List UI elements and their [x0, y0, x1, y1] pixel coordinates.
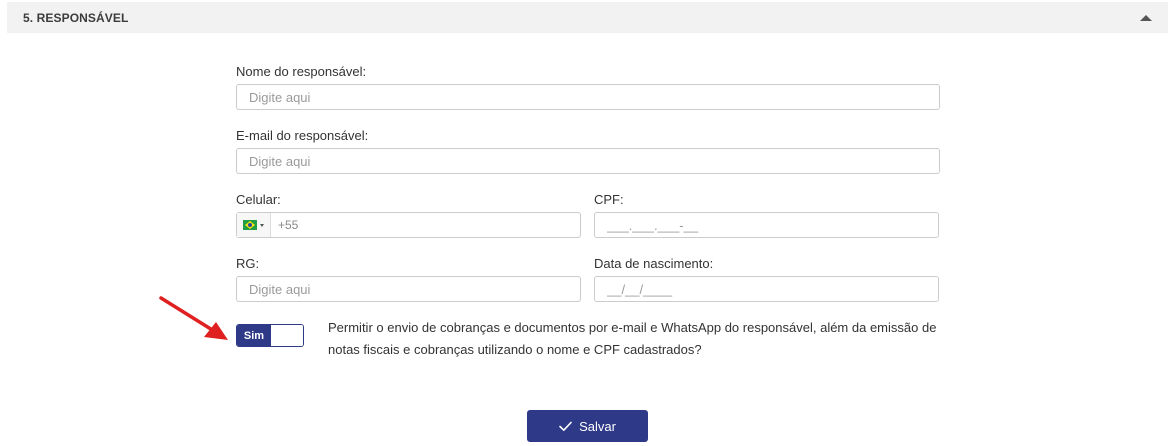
rg-label: RG:: [236, 256, 260, 271]
red-arrow-icon: [159, 296, 228, 340]
brazil-flag-icon: [243, 220, 257, 230]
check-icon: [559, 421, 572, 431]
caret-up-icon[interactable]: [1140, 14, 1152, 21]
section-title: 5. RESPONSÁVEL: [23, 10, 129, 25]
name-input[interactable]: [236, 84, 940, 110]
cpf-label: CPF:: [594, 192, 624, 207]
toggle-label: Sim: [237, 325, 271, 346]
phone-input[interactable]: [271, 213, 580, 237]
birthdate-label: Data de nascimento:: [594, 256, 714, 271]
consent-text: Permitir o envio de cobranças e document…: [328, 320, 937, 357]
phone-field: [236, 212, 581, 238]
country-select[interactable]: [237, 213, 271, 237]
name-label: Nome do responsável:: [236, 64, 367, 79]
cpf-input[interactable]: [594, 212, 939, 238]
chevron-down-icon: [260, 223, 264, 227]
section-header[interactable]: 5. RESPONSÁVEL: [7, 2, 1168, 33]
email-input[interactable]: [236, 148, 940, 174]
consent-toggle[interactable]: Sim: [236, 324, 304, 347]
rg-input[interactable]: [236, 276, 581, 302]
save-label: Salvar: [579, 418, 616, 434]
phone-label: Celular:: [236, 192, 281, 207]
save-button[interactable]: Salvar: [527, 410, 648, 442]
email-label: E-mail do responsável:: [236, 128, 369, 143]
birthdate-input[interactable]: [594, 276, 939, 302]
toggle-knob: [271, 325, 303, 346]
